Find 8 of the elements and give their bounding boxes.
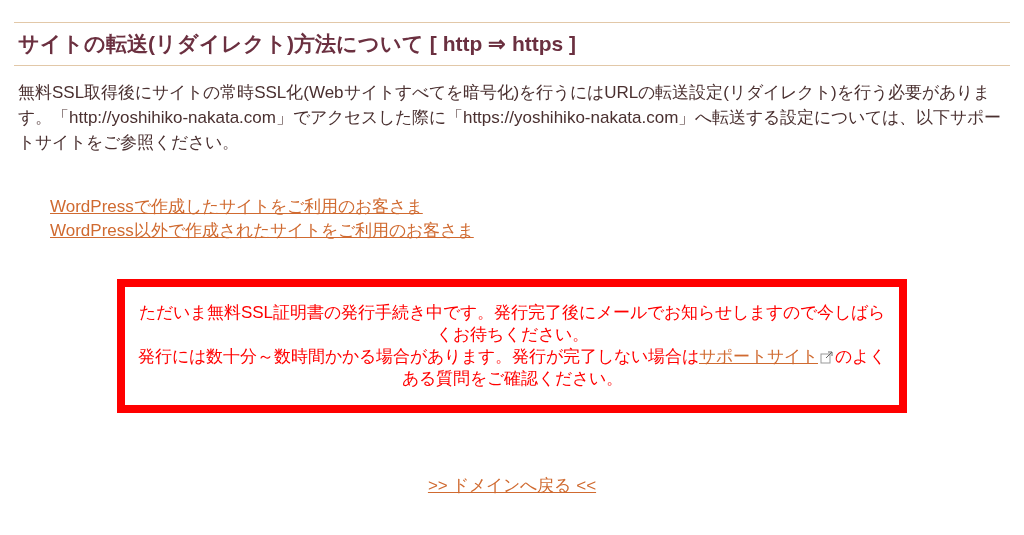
section-heading: サイトの転送(リダイレクト)方法について [ http ⇒ https ]: [18, 31, 578, 57]
support-link[interactable]: WordPress以外で作成されたサイトをご利用のお客さま: [50, 219, 474, 243]
intro-paragraph: 無料SSL取得後にサイトの常時SSL化(Webサイトすべてを暗号化)を行うにはURLの転送設定(リダイレクト)を行う必要があります。「http://yoshihiko-nakata.com」でアクセスした際に「https://yoshihiko-nakata.com」へ転送する設定については、以下サポートサイトをご参照ください。: [18, 82, 1003, 154]
notice-message: ただいま無料SSL証明書の発行手続き中です。発行完了後にメールでお知らせしますので今しばらくお待ちください。 発行には数十分～数時間かかる場合があります。発行が完了しない場合はサポートサイト のよくある質問をご確認ください。: [137, 302, 887, 390]
support-site-link[interactable]: サポートサイト: [699, 347, 818, 366]
back-to-domain-link[interactable]: >> ドメインへ戻る <<: [427, 473, 597, 499]
external-link-icon: [820, 351, 833, 364]
support-link[interactable]: WordPressで作成したサイトをご利用のお客さま: [50, 195, 423, 219]
